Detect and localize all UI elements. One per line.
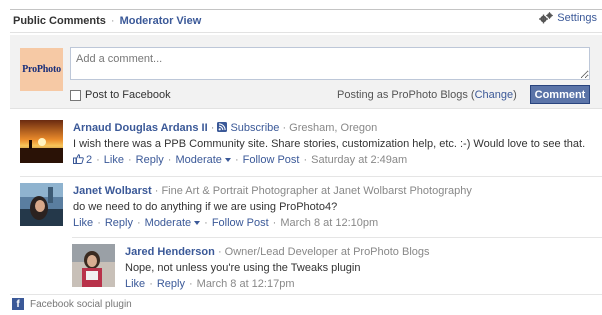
header-dot: · <box>210 122 215 134</box>
like-link[interactable]: Like <box>73 217 93 229</box>
commenter-name[interactable]: Janet Wolbarst <box>73 185 152 197</box>
moderate-label: Moderate <box>144 217 192 229</box>
like-link[interactable]: Like <box>104 154 124 166</box>
likes-count[interactable]: 2 <box>73 154 92 166</box>
chevron-down-icon <box>224 158 231 162</box>
chevron-down-icon <box>194 221 201 225</box>
comment-divider <box>20 176 602 177</box>
comment-text: I wish there was a PPB Community site. S… <box>73 138 586 150</box>
post-to-facebook-option[interactable]: Post to Facebook <box>70 89 171 101</box>
rss-icon <box>217 122 228 132</box>
moderate-label: Moderate <box>175 154 222 166</box>
subscribe-link[interactable]: Subscribe <box>217 122 279 134</box>
action-dot: · <box>188 278 193 290</box>
tab-separator: · <box>110 15 115 27</box>
action-dot: · <box>149 278 153 290</box>
likes-number: 2 <box>86 154 93 166</box>
comment-button[interactable]: Comment <box>530 85 590 104</box>
action-dot: · <box>234 154 239 166</box>
footer-divider <box>10 294 602 295</box>
comment-text: Nope, not unless you're using the Tweaks… <box>125 262 361 274</box>
avatar[interactable] <box>72 244 115 287</box>
comment-timestamp[interactable]: March 8 at 12:10pm <box>280 217 378 229</box>
gear-icon <box>539 12 554 24</box>
commenter-location: · Gresham, Oregon <box>282 122 378 134</box>
posting-as-prefix: Posting as ProPhoto Blogs ( <box>337 89 475 101</box>
action-dot: · <box>136 217 141 229</box>
commenter-name[interactable]: Jared Henderson <box>125 246 215 258</box>
comment-timestamp[interactable]: Saturday at 2:49am <box>311 154 407 166</box>
top-border <box>10 9 602 10</box>
action-dot: · <box>272 217 277 229</box>
thumbs-up-icon <box>73 154 84 164</box>
comment-actions: Like · Reply · Moderate · Follow Post · … <box>73 217 378 229</box>
footer-label[interactable]: Facebook social plugin <box>30 299 132 310</box>
comment-text: do we need to do anything if we are usin… <box>73 201 338 213</box>
avatar[interactable] <box>20 183 63 226</box>
comment-item: Arnaud Douglas Ardans II · Subscribe · G… <box>10 117 602 173</box>
comment-timestamp[interactable]: March 8 at 12:17pm <box>197 278 295 290</box>
commenter-tagline: · Fine Art & Portrait Photographer at Ja… <box>154 185 472 197</box>
commenter-name[interactable]: Arnaud Douglas Ardans II <box>73 122 208 134</box>
action-dot: · <box>167 154 172 166</box>
moderate-dropdown[interactable]: Moderate <box>175 154 231 166</box>
logo-text: ProPhoto <box>22 64 61 75</box>
action-dot: · <box>96 154 100 166</box>
tab-moderator-view[interactable]: Moderator View <box>120 15 202 27</box>
change-account-link[interactable]: Change <box>475 89 514 101</box>
settings-label: Settings <box>557 12 597 24</box>
post-to-facebook-label: Post to Facebook <box>85 89 171 101</box>
comment-actions: 2 · Like · Reply · Moderate · Follow Pos… <box>73 154 407 166</box>
comment-input[interactable] <box>70 47 590 80</box>
commenter-tagline: · Owner/Lead Developer at ProPhoto Blogs <box>217 246 430 258</box>
posting-as-suffix: ) <box>513 89 517 101</box>
reply-item: Jared Henderson · Owner/Lead Developer a… <box>10 241 602 291</box>
comment-header: Arnaud Douglas Ardans II · Subscribe · G… <box>73 122 377 134</box>
tab-public-comments[interactable]: Public Comments <box>13 15 106 27</box>
avatar[interactable] <box>20 120 63 163</box>
like-link[interactable]: Like <box>125 278 145 290</box>
comment-item: Janet Wolbarst · Fine Art & Portrait Pho… <box>10 180 602 236</box>
comment-tabs: Public Comments · Moderator View <box>13 14 201 28</box>
follow-post-link[interactable]: Follow Post <box>212 217 269 229</box>
settings-button[interactable]: Settings <box>539 12 597 24</box>
action-dot: · <box>97 217 101 229</box>
footer: f Facebook social plugin <box>12 298 132 310</box>
action-dot: · <box>303 154 308 166</box>
reply-link[interactable]: Reply <box>136 154 164 166</box>
comment-actions: Like · Reply · March 8 at 12:17pm <box>125 278 295 290</box>
facebook-icon[interactable]: f <box>12 298 24 310</box>
prophoto-logo: ProPhoto <box>20 48 63 91</box>
follow-post-link[interactable]: Follow Post <box>243 154 300 166</box>
comment-header: Janet Wolbarst · Fine Art & Portrait Pho… <box>73 185 472 197</box>
tabs-divider <box>10 32 602 33</box>
posting-as-text: Posting as ProPhoto Blogs (Change) <box>337 89 517 101</box>
reply-divider <box>72 237 602 238</box>
compose-box: ProPhoto Post to Facebook Posting as Pro… <box>10 35 602 109</box>
comment-header: Jared Henderson · Owner/Lead Developer a… <box>125 246 430 258</box>
subscribe-label: Subscribe <box>230 122 280 134</box>
reply-link[interactable]: Reply <box>157 278 185 290</box>
action-dot: · <box>204 217 208 229</box>
post-to-facebook-checkbox[interactable] <box>70 89 81 101</box>
moderate-dropdown[interactable]: Moderate <box>144 217 201 229</box>
action-dot: · <box>127 154 132 166</box>
reply-link[interactable]: Reply <box>105 217 133 229</box>
